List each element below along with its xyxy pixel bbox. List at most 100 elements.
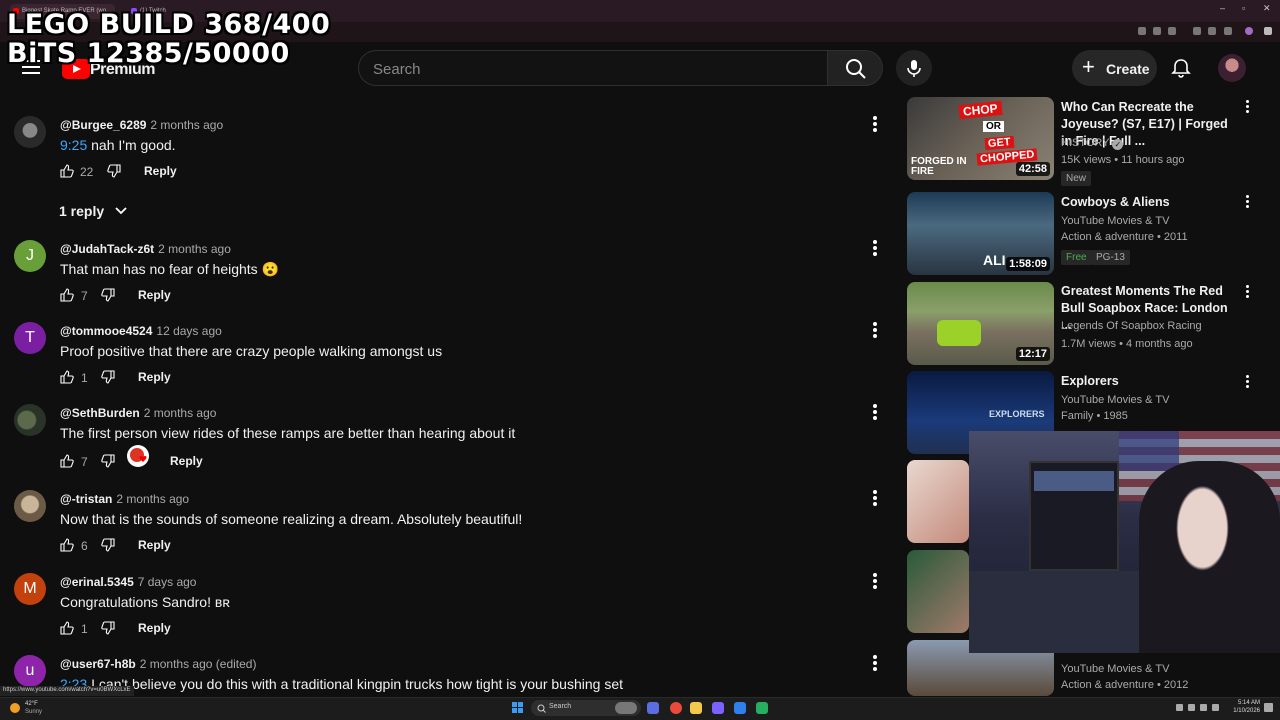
video-title[interactable]: Explorers	[1061, 373, 1241, 390]
file-explorer-icon[interactable]	[690, 702, 702, 714]
clock-time[interactable]: 5:14 AM	[1236, 700, 1260, 706]
channel-name[interactable]: YouTube Movies & TV	[1061, 663, 1169, 675]
app-icon[interactable]	[712, 702, 724, 714]
avatar[interactable]: u	[14, 655, 46, 687]
search-button[interactable]	[827, 50, 883, 86]
search-input[interactable]	[373, 59, 813, 79]
tray-chevron-icon[interactable]	[1176, 704, 1183, 711]
channel-name[interactable]: Legends Of Soapbox Racing	[1061, 320, 1202, 332]
taskbar-search[interactable]: Search	[531, 700, 641, 716]
thumbs-down-icon[interactable]	[101, 370, 115, 384]
thumbs-up-icon[interactable]	[60, 164, 74, 178]
thumbs-down-icon[interactable]	[101, 538, 115, 552]
reply-button[interactable]: Reply	[144, 164, 177, 178]
minimize-button[interactable]: –	[1220, 3, 1225, 13]
avatar[interactable]	[14, 490, 46, 522]
thumbs-down-icon[interactable]	[101, 621, 115, 635]
create-button[interactable]: + Create	[1072, 50, 1157, 86]
thumbs-up-icon[interactable]	[60, 288, 74, 302]
store-icon[interactable]	[734, 702, 746, 714]
close-window-button[interactable]: ✕	[1263, 3, 1271, 14]
bookmark-star-icon[interactable]	[1168, 27, 1176, 35]
view-replies-button[interactable]: 1 reply	[59, 203, 128, 219]
app-icon[interactable]	[756, 702, 768, 714]
more-actions-icon[interactable]	[873, 240, 877, 256]
channel-name[interactable]: HISTORY ✓	[1061, 137, 1124, 150]
channel-name[interactable]: YouTube Movies & TV	[1061, 394, 1169, 406]
more-actions-icon[interactable]	[1246, 375, 1250, 391]
reply-button[interactable]: Reply	[138, 288, 171, 302]
comment-time[interactable]: 2 months ago	[150, 118, 223, 132]
more-actions-icon[interactable]	[873, 490, 877, 506]
weather-temperature[interactable]: 42°F	[25, 701, 38, 707]
chrome-icon[interactable]	[670, 702, 682, 714]
sidebar-icon[interactable]	[1208, 27, 1216, 35]
reply-button[interactable]: Reply	[170, 454, 203, 468]
comment-body: The first person view rides of these ram…	[60, 425, 516, 441]
video-title[interactable]: Cowboys & Aliens	[1061, 194, 1241, 211]
extensions-puzzle-icon[interactable]	[1193, 27, 1201, 35]
maximize-button[interactable]: ▫	[1242, 3, 1245, 13]
timestamp-link[interactable]: 9:25	[60, 137, 87, 153]
more-actions-icon[interactable]	[873, 322, 877, 338]
comment-time[interactable]: 2 months ago	[158, 242, 231, 256]
avatar[interactable]	[14, 116, 46, 148]
profile-icon[interactable]	[1245, 27, 1253, 35]
channel-name[interactable]: YouTube Movies & TV	[1061, 215, 1169, 227]
more-actions-icon[interactable]	[1246, 100, 1250, 116]
comment-author[interactable]: @-tristan	[60, 492, 112, 506]
comment-time[interactable]: 2 months ago (edited)	[140, 657, 257, 671]
video-thumbnail[interactable]: 12:17	[907, 282, 1054, 365]
more-actions-icon[interactable]	[873, 116, 877, 132]
comment-time[interactable]: 2 months ago	[144, 406, 217, 420]
reply-button[interactable]: Reply	[138, 621, 171, 635]
more-actions-icon[interactable]	[1246, 285, 1250, 301]
weather-sun-icon[interactable]	[10, 703, 20, 713]
comment-author[interactable]: @JudahTack-z6t	[60, 242, 154, 256]
comment-author[interactable]: @SethBurden	[60, 406, 140, 420]
video-thumbnail[interactable]	[907, 550, 969, 633]
clock-date[interactable]: 1/10/2026	[1228, 708, 1260, 714]
comment-author[interactable]: @user67-h8b	[60, 657, 136, 671]
comment-author[interactable]: @Burgee_6289	[60, 118, 146, 132]
avatar[interactable]: T	[14, 322, 46, 354]
video-thumbnail[interactable]: CHOP OR GET CHOPPED FORGED IN FIRE 42:58	[907, 97, 1054, 180]
more-actions-icon[interactable]	[873, 573, 877, 589]
avatar[interactable]: M	[14, 573, 46, 605]
avatar[interactable]: J	[14, 240, 46, 272]
reply-button[interactable]: Reply	[138, 538, 171, 552]
thumbs-up-icon[interactable]	[60, 454, 74, 468]
thumbs-down-icon[interactable]	[107, 164, 121, 178]
thumbs-down-icon[interactable]	[101, 288, 115, 302]
copilot-icon[interactable]	[647, 702, 659, 714]
thumbs-up-icon[interactable]	[60, 538, 74, 552]
downloads-icon[interactable]	[1224, 27, 1232, 35]
volume-icon[interactable]	[1200, 704, 1207, 711]
more-actions-icon[interactable]	[873, 404, 877, 420]
voice-search-button[interactable]	[896, 50, 932, 86]
thumbs-down-icon[interactable]	[101, 454, 115, 468]
zoom-icon[interactable]	[1153, 27, 1161, 35]
thumbs-up-icon[interactable]	[60, 370, 74, 384]
battery-icon[interactable]	[1212, 704, 1219, 711]
thumbs-up-icon[interactable]	[60, 621, 74, 635]
comment-author[interactable]: @tommooe4524	[60, 324, 152, 338]
wifi-icon[interactable]	[1188, 704, 1195, 711]
extension-icon[interactable]	[1138, 27, 1146, 35]
comment-author[interactable]: @erinal.5345	[60, 575, 134, 589]
more-actions-icon[interactable]	[873, 655, 877, 671]
more-actions-icon[interactable]	[1246, 195, 1250, 211]
comment-time[interactable]: 2 months ago	[116, 492, 189, 506]
reply-button[interactable]: Reply	[138, 370, 171, 384]
video-thumbnail[interactable]: ALI 1:58:09	[907, 192, 1054, 275]
avatar[interactable]	[14, 404, 46, 436]
weather-description[interactable]: Sunny	[25, 709, 42, 715]
comment-time[interactable]: 12 days ago	[156, 324, 221, 338]
notifications-icon[interactable]	[1264, 703, 1273, 712]
account-avatar[interactable]	[1218, 54, 1246, 82]
menu-icon[interactable]	[1264, 27, 1272, 35]
notifications-bell-icon[interactable]	[1170, 57, 1192, 79]
comment-time[interactable]: 7 days ago	[138, 575, 197, 589]
start-windows-icon[interactable]	[512, 702, 524, 714]
video-thumbnail[interactable]	[907, 460, 969, 543]
